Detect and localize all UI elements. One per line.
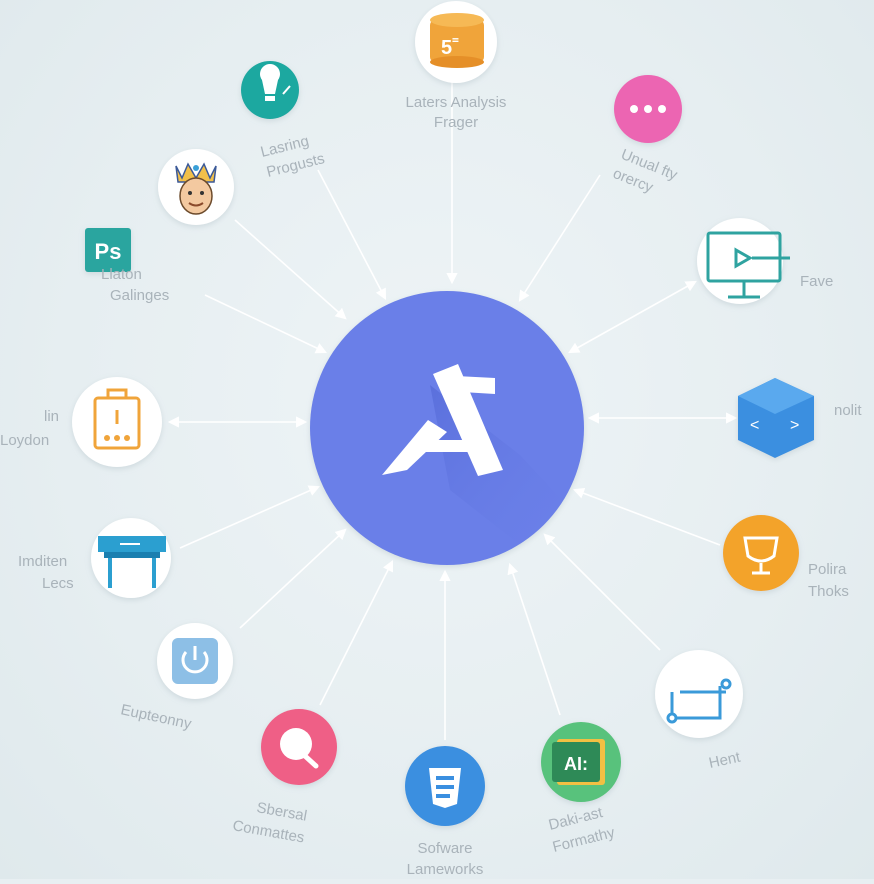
node-monitor: Fave <box>697 218 833 304</box>
node-bulb: Lasring Progusts <box>241 61 326 181</box>
node-database-label-2: Frager <box>434 114 478 131</box>
node-trophy-label-2: Thoks <box>808 583 849 600</box>
node-search: Sbersal Conmattes <box>231 709 337 847</box>
database-icon: 5˭ <box>430 13 484 68</box>
hub-diagram: 5˭ Laters Analysis Frager Unual fty orer… <box>0 1 862 878</box>
connector-king <box>234 219 347 320</box>
connector-power <box>239 528 347 629</box>
node-circuit: Hent <box>655 650 743 772</box>
connector-bulb <box>317 169 387 300</box>
node-monitor-label: Fave <box>800 273 833 290</box>
node-code-label: nolit <box>834 402 862 419</box>
diagram-canvas: 5˭ Laters Analysis Frager Unual fty orer… <box>0 0 874 879</box>
node-document-label-2: Lameworks <box>407 861 484 878</box>
node-document: Sofware Lameworks <box>405 746 485 878</box>
ai-icon-text: AI: <box>564 754 588 774</box>
node-trophy: Polira Thoks <box>723 515 849 600</box>
connector-desk <box>179 485 321 549</box>
connector-monitor <box>568 280 697 354</box>
node-monitor-circle <box>697 218 783 304</box>
node-database: 5˭ Laters Analysis Frager <box>406 1 507 131</box>
svg-text:<: < <box>750 417 759 434</box>
node-desk-label-2: Lecs <box>42 575 74 592</box>
node-search-label-1: Sbersal <box>255 799 308 825</box>
node-desk-label-1: Imditen <box>18 553 67 570</box>
node-bag-label-1: lin <box>44 408 59 425</box>
node-power: Eupteonny <box>119 623 233 733</box>
node-trophy-label-1: Polira <box>808 561 847 578</box>
node-ps-label-1: Llaton <box>101 266 142 283</box>
connector-ai <box>507 562 561 716</box>
connector-trophy <box>572 487 721 546</box>
node-bag-label-2: Loydon <box>0 432 49 449</box>
node-dots: Unual fty orercy <box>611 75 682 197</box>
node-document-label-1: Sofware <box>417 840 472 857</box>
node-desk: Imditen Lecs <box>18 518 171 598</box>
node-circuit-label: Hent <box>707 749 742 772</box>
power-icon <box>172 638 218 684</box>
node-circuit-circle <box>655 650 743 738</box>
node-bag: lin Loydon <box>0 377 162 467</box>
connector-search <box>319 559 394 706</box>
connector-ps <box>204 294 328 354</box>
connector-dots <box>518 174 601 302</box>
photoshop-icon-text: Ps <box>95 239 122 264</box>
node-code: < > nolit <box>738 378 862 458</box>
connector-circuit <box>543 533 661 651</box>
node-photoshop: Ps Llaton Galinges <box>85 228 169 304</box>
trophy-icon <box>723 515 799 591</box>
node-power-label: Eupteonny <box>119 701 193 733</box>
database-icon-text: 5˭ <box>441 37 459 59</box>
node-king <box>158 149 234 225</box>
node-ps-label-2: Galinges <box>110 287 169 304</box>
node-ai: AI: Daki-ast Formathy <box>541 722 621 856</box>
node-database-label-1: Laters Analysis <box>406 94 507 111</box>
center-hub <box>310 291 584 565</box>
svg-text:>: > <box>790 417 799 434</box>
